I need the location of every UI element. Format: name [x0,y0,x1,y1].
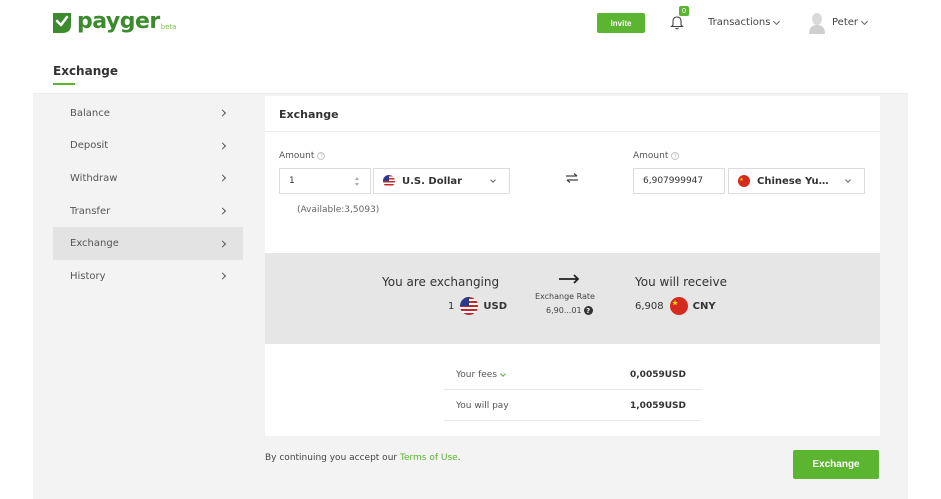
chevron-down-icon [860,17,869,25]
chevron-right-icon [218,109,227,117]
terms-prefix: By continuing you accept our [265,453,398,463]
sidebar-item-withdraw[interactable]: Withdraw [53,162,243,195]
page-header: Exchange [33,48,908,94]
china-flag-icon [669,297,688,315]
main-area: Exchange Balance Deposit Withdraw Transf… [33,48,908,499]
rate-label: Exchange Rate [535,292,595,301]
receive-currency: CNY [692,300,716,312]
stepper-icon[interactable] [355,177,360,186]
exchange-button[interactable]: Exchange [793,450,879,479]
avatar[interactable] [808,12,826,34]
chevron-right-icon [218,142,227,150]
fees-row: Your fees 0,0059USD [444,360,702,390]
exchange-card: Exchange Amount ? 1 U.S. Dollar (Availab… [265,96,880,436]
receive-title: You will receive [635,275,727,289]
payger-logo[interactable]: payger beta [52,10,177,34]
info-icon[interactable]: ? [317,152,326,160]
payger-logo-icon [53,13,71,33]
receive-amount-value: 6,908 [635,300,664,312]
sidebar-item-label: History [70,270,106,282]
exchanging-amount-value: 1 [448,300,455,312]
chevron-down-icon [490,177,496,183]
pay-label: You will pay [456,401,509,411]
user-name: Peter [832,17,859,28]
bell-icon[interactable] [670,14,684,30]
exchanging-title: You are exchanging [382,275,500,289]
sidebar-item-history[interactable]: History [53,260,243,293]
chevron-right-icon [218,272,227,280]
exchange-summary: You are exchanging 1 USD Exchange Rate 6… [265,253,880,344]
rate-value-text: 6,90...01 [546,306,582,315]
chevron-down-icon [500,370,506,377]
arrow-right-icon [559,274,580,284]
total-row: You will pay 1,0059USD [444,391,702,421]
fees-toggle[interactable]: Your fees [456,370,506,380]
pay-value: 1,0059USD [630,401,686,411]
chevron-right-icon [218,174,227,183]
divider [265,131,880,132]
china-flag-icon [738,175,750,187]
from-amount-input[interactable]: 1 [279,168,371,194]
top-bar: payger beta Invite 0 Transactions Peter [0,0,941,48]
title-underline [53,83,75,85]
from-currency-label: U.S. Dollar [402,175,463,187]
to-amount-value: 6,907999947 [643,176,704,186]
terms-link[interactable]: Terms of Use [400,453,458,463]
fees-label: Your fees [456,370,498,380]
exchanging-amount: 1 USD [448,297,507,315]
notification-badge: 0 [679,6,689,16]
swap-icon[interactable] [565,173,579,183]
sidebar-item-label: Transfer [70,205,111,217]
sidebar-item-label: Balance [70,107,110,119]
from-currency-select[interactable]: U.S. Dollar [373,168,510,194]
sidebar-item-label: Deposit [70,140,109,152]
logo-text: payger [77,9,160,34]
fees-value: 0,0059USD [630,370,686,380]
terms-suffix: . [457,453,461,463]
chevron-down-icon [845,177,851,183]
user-menu[interactable]: Peter [832,17,869,28]
info-icon[interactable]: ? [671,152,680,160]
exchanging-currency: USD [483,300,507,312]
chevron-right-icon [218,207,227,215]
help-icon[interactable]: ? [583,306,593,315]
rate-value: 6,90...01 ? [546,306,593,315]
sidebar-item-label: Withdraw [70,172,118,184]
invite-button[interactable]: Invite [597,13,645,33]
card-title: Exchange [279,108,339,121]
from-amount-label-text: Amount [279,151,315,161]
receive-amount: 6,908 CNY [635,297,716,315]
to-amount-label: Amount ? [633,151,680,161]
from-amount-value: 1 [289,176,295,186]
terms-text: By continuing you accept our Terms of Us… [265,453,461,463]
sidebar: Balance Deposit Withdraw Transfer Exchan… [53,97,243,293]
to-currency-label: Chinese Yu… [757,175,829,187]
to-currency-select[interactable]: Chinese Yu… [728,168,865,194]
sidebar-item-balance[interactable]: Balance [53,97,243,130]
transactions-label: Transactions [708,17,771,28]
available-balance: (Available:3,5093) [297,205,380,215]
beta-badge: beta [160,23,177,31]
to-amount-label-text: Amount [633,151,669,161]
transactions-menu[interactable]: Transactions [708,17,781,28]
sidebar-item-deposit[interactable]: Deposit [53,130,243,163]
us-flag-icon [460,297,479,315]
to-amount-input[interactable]: 6,907999947 [633,168,725,194]
page-title: Exchange [53,64,118,78]
from-amount-label: Amount ? [279,151,326,161]
sidebar-item-exchange[interactable]: Exchange [53,227,243,260]
sidebar-item-label: Exchange [70,238,119,250]
us-flag-icon [383,175,395,187]
sidebar-item-transfer[interactable]: Transfer [53,195,243,228]
chevron-right-icon [218,240,227,248]
chevron-down-icon [773,17,781,25]
